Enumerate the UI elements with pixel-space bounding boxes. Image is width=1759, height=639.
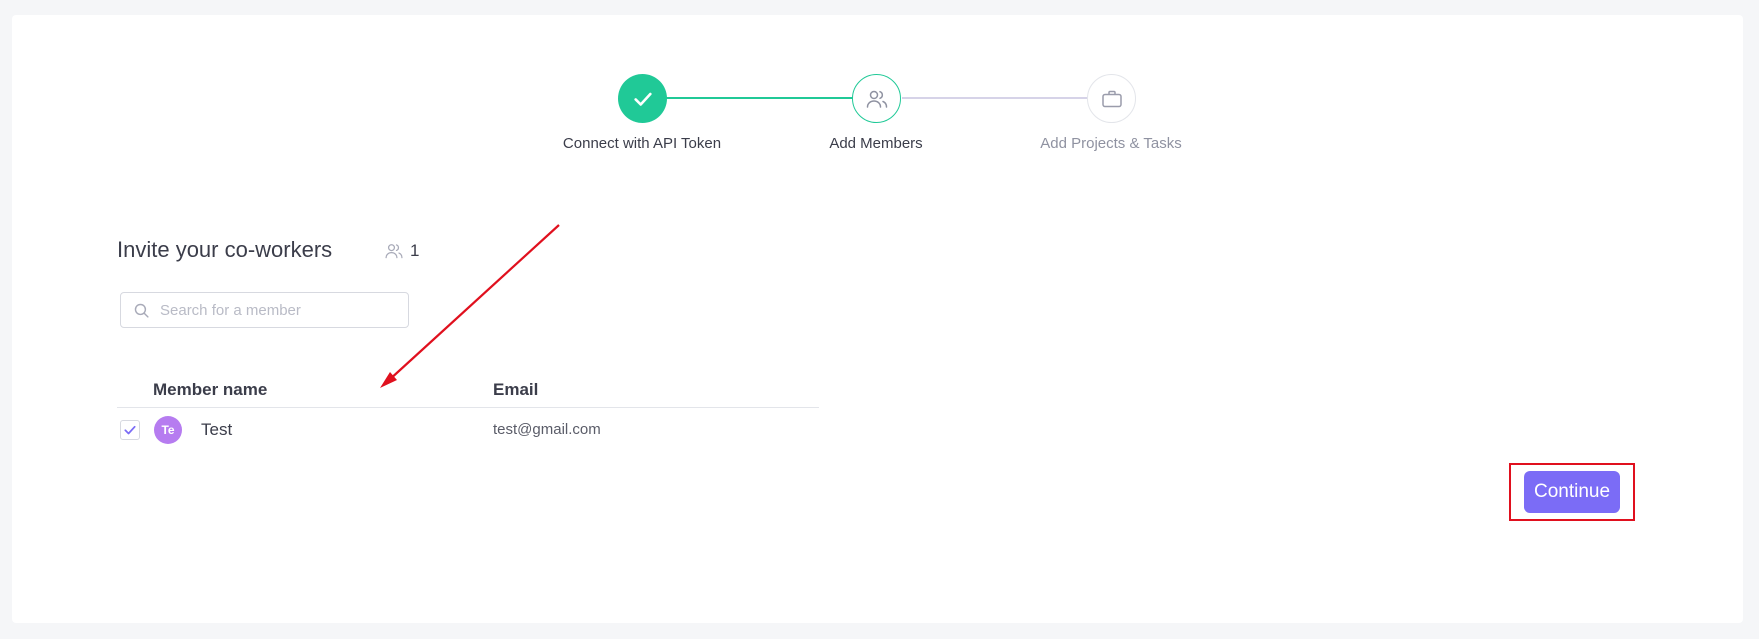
step-3-label: Add Projects & Tasks <box>1040 135 1182 152</box>
search-input[interactable] <box>160 301 400 319</box>
member-name: Test <box>201 420 233 439</box>
page-title: Invite your co-workers <box>117 237 333 262</box>
search-field[interactable] <box>120 292 409 328</box>
step-2-indicator <box>852 74 901 123</box>
onboarding-card: Connect with API Token Add Members Add P… <box>12 15 1743 623</box>
step-1-indicator <box>618 74 667 123</box>
search-icon <box>134 303 149 318</box>
step-2-label: Add Members <box>829 135 923 152</box>
table-row[interactable]: Te Test test@gmail.com <box>117 408 819 452</box>
row-checkbox[interactable] <box>120 420 140 440</box>
table-header: Member name Email <box>117 370 819 408</box>
check-icon <box>633 92 652 106</box>
users-icon <box>385 244 403 259</box>
step-1-label: Connect with API Token <box>562 135 722 152</box>
check-icon <box>124 425 136 435</box>
step-3-indicator <box>1087 74 1136 123</box>
users-icon <box>866 90 887 108</box>
step-connector-pending <box>902 97 1100 99</box>
progress-stepper: Connect with API Token Add Members Add P… <box>12 15 1743 185</box>
member-email: test@gmail.com <box>493 421 601 438</box>
members-table: Member name Email Te Test test@gmail.com <box>117 370 819 452</box>
member-count-value: 1 <box>410 241 420 260</box>
column-header-email[interactable]: Email <box>493 380 538 400</box>
avatar: Te <box>154 416 182 444</box>
member-count-badge: 1 <box>384 241 419 261</box>
step-connector-completed <box>666 97 864 99</box>
briefcase-icon <box>1101 90 1122 107</box>
continue-button[interactable]: Continue <box>1524 471 1620 513</box>
column-header-member-name[interactable]: Member name <box>153 380 267 400</box>
